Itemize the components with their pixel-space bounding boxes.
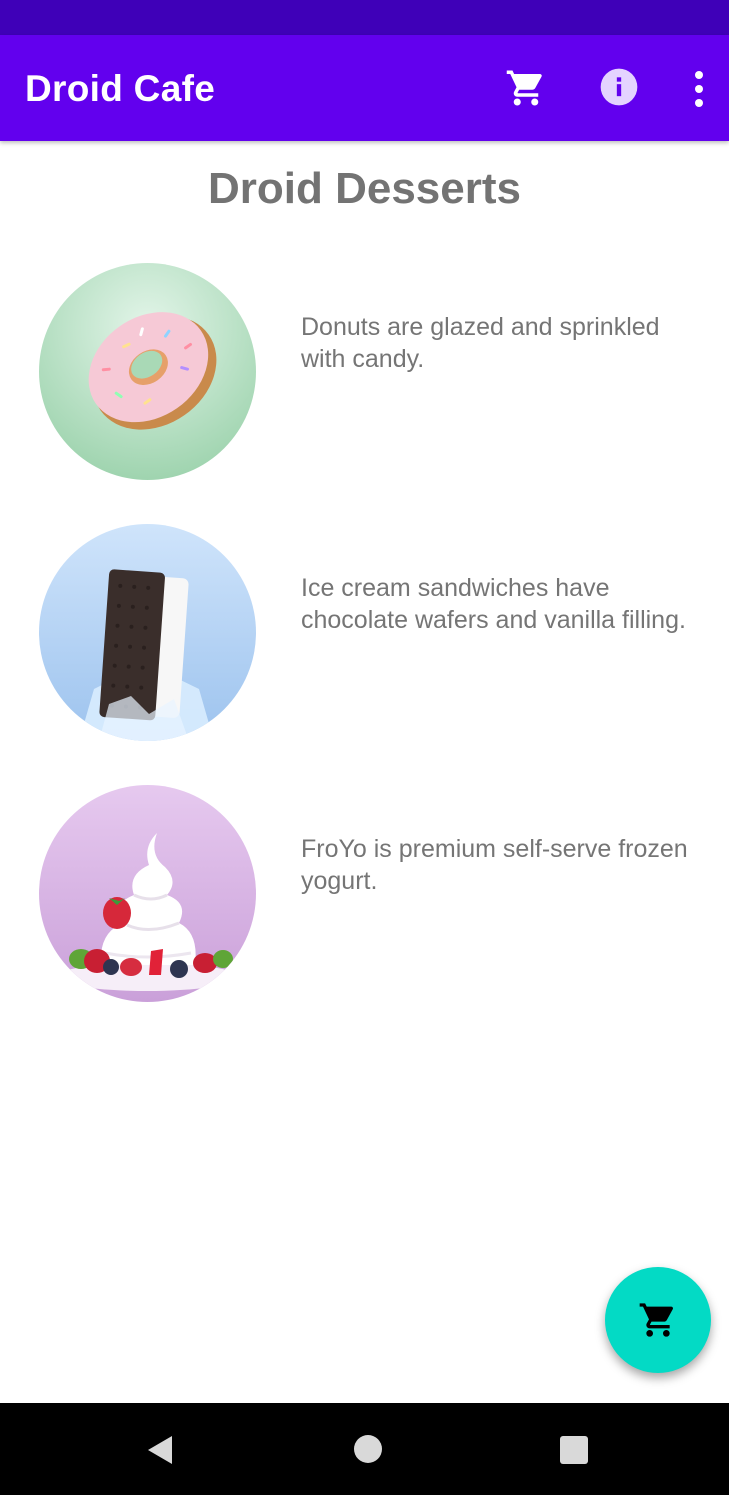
cart-icon[interactable] bbox=[505, 67, 547, 109]
more-vert-icon[interactable] bbox=[688, 69, 710, 109]
page-title: Droid Desserts bbox=[207, 164, 521, 213]
cart-fab-button[interactable] bbox=[605, 1267, 711, 1373]
dessert-item-froyo: FroYo is premium self-serve frozen yogur… bbox=[0, 785, 729, 1005]
home-icon[interactable] bbox=[353, 1434, 383, 1464]
cart-icon bbox=[639, 1303, 674, 1337]
ice-cream-sandwich-image[interactable] bbox=[39, 524, 256, 741]
recents-icon[interactable] bbox=[560, 1436, 588, 1464]
froyo-image[interactable] bbox=[39, 785, 256, 1002]
donut-image[interactable] bbox=[39, 263, 256, 480]
dessert-item-donut: Donuts are glazed and sprinkled with can… bbox=[0, 263, 729, 483]
screen: Droid Cafe Droid Desserts Donuts are gla… bbox=[0, 0, 729, 1495]
navigation-bar bbox=[0, 1403, 729, 1495]
ice-cream-sandwich-description: Ice cream sandwiches have chocolate wafe… bbox=[301, 574, 686, 634]
froyo-description: FroYo is premium self-serve frozen yogur… bbox=[301, 835, 688, 895]
app-title: Droid Cafe bbox=[25, 68, 216, 109]
dessert-item-ice-cream-sandwich: Ice cream sandwiches have chocolate wafe… bbox=[0, 524, 729, 744]
app-bar: Droid Cafe bbox=[0, 35, 729, 141]
info-icon[interactable] bbox=[599, 67, 639, 107]
status-bar bbox=[0, 0, 729, 35]
donut-description: Donuts are glazed and sprinkled with can… bbox=[301, 313, 660, 373]
back-icon[interactable] bbox=[144, 1434, 176, 1466]
